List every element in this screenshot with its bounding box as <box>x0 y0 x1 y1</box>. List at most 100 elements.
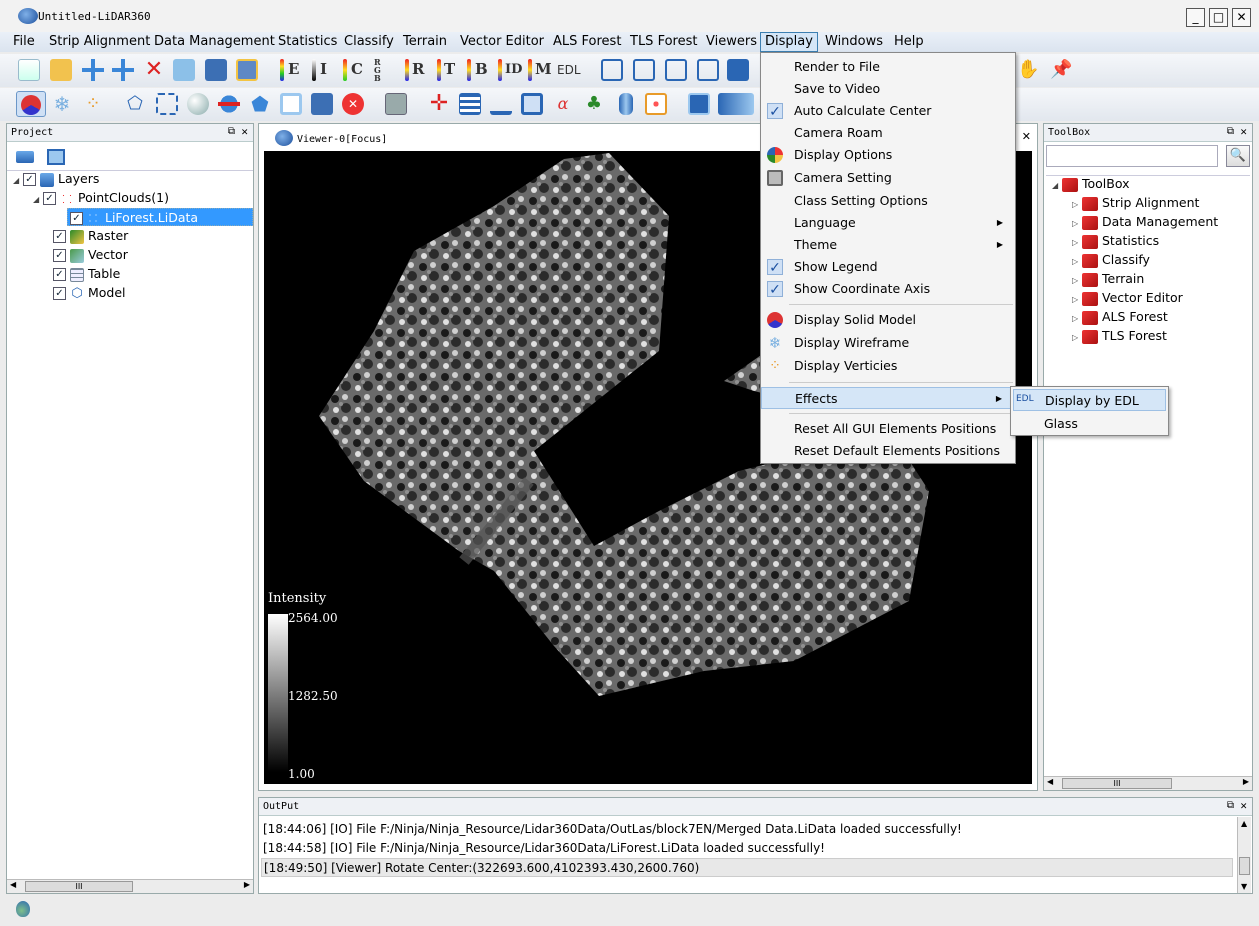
menu-item-reset-all-gui-elements[interactable]: Reset All GUI Elements Positions <box>761 418 1015 440</box>
toolbox-item-classify[interactable]: ▷ Classify <box>1072 251 1150 269</box>
menu-item-render-to-file[interactable]: Render to File <box>761 56 1015 78</box>
menu-item-class-setting-options[interactable]: Class Setting Options <box>761 190 1015 212</box>
save-icon[interactable] <box>205 59 227 81</box>
menu-item-show-legend[interactable]: ✓ Show Legend <box>761 256 1015 278</box>
color-by-rgb-icon[interactable]: RGB <box>374 58 384 82</box>
project-horizontal-scrollbar[interactable]: ◀ III ▶ <box>7 879 253 893</box>
scroll-left-icon[interactable]: ◀ <box>1047 777 1053 786</box>
tree-item-raster[interactable]: ✓ Raster <box>43 227 128 245</box>
menu-tls-forest[interactable]: TLS Forest <box>630 34 697 49</box>
menu-terrain[interactable]: Terrain <box>403 34 447 49</box>
color-by-mixed-icon[interactable]: M <box>535 60 552 78</box>
submenu-item-glass[interactable]: Glass <box>1013 413 1166 435</box>
menu-vector-editor[interactable]: Vector Editor <box>460 34 544 49</box>
layer-checkbox[interactable]: ✓ <box>23 173 36 186</box>
menu-data-management[interactable]: Data Management <box>154 34 275 49</box>
menu-item-camera-roam[interactable]: Camera Roam <box>761 122 1015 144</box>
menu-item-reset-default-elements[interactable]: Reset Default Elements Positions <box>761 440 1015 462</box>
viewer-close-icon[interactable]: ✕ <box>1022 130 1031 143</box>
toolbox-item-strip-alignment[interactable]: ▷ Strip Alignment <box>1072 194 1199 212</box>
toolbox-search-input[interactable] <box>1046 145 1218 167</box>
menu-help[interactable]: Help <box>894 34 924 49</box>
toolbox-item-vector-editor[interactable]: ▷ Vector Editor <box>1072 289 1183 307</box>
toolbox-item-data-management[interactable]: ▷ Data Management <box>1072 213 1218 231</box>
view-bottom-icon[interactable] <box>633 59 655 81</box>
menu-item-camera-setting[interactable]: Camera Setting <box>761 167 1015 189</box>
add-data-icon[interactable] <box>82 59 104 81</box>
color-by-tree-icon[interactable]: B <box>475 60 488 78</box>
wireframe-icon[interactable]: ❄ <box>51 93 73 115</box>
cylinder-icon[interactable] <box>619 93 633 115</box>
magnifier-icon[interactable]: 🔍 <box>1226 145 1250 167</box>
view-back-icon[interactable] <box>697 59 719 81</box>
menu-item-display-verticies[interactable]: ⁘ Display Verticies <box>761 355 1015 377</box>
measure-distance-icon[interactable] <box>490 93 512 115</box>
layers-stack-icon[interactable] <box>16 151 34 163</box>
submenu-item-display-by-edl[interactable]: EDL Display by EDL <box>1013 389 1166 411</box>
menu-als-forest[interactable]: ALS Forest <box>553 34 621 49</box>
layer-checkbox[interactable]: ✓ <box>53 230 66 243</box>
menu-item-save-to-video[interactable]: Save to Video <box>761 78 1015 100</box>
color-by-elevation-icon[interactable]: E <box>288 60 299 78</box>
color-by-time-icon[interactable]: T <box>444 60 455 78</box>
expand-arrow-icon[interactable]: ◢ <box>13 172 23 190</box>
undock-icon[interactable]: ⧉ <box>228 126 235 137</box>
panel-close-icon[interactable]: ✕ <box>1240 125 1247 138</box>
vertices-icon[interactable]: ⁘ <box>82 93 104 115</box>
tree-item-layers[interactable]: ◢ ✓ Layers <box>13 170 99 188</box>
menu-strip-alignment[interactable]: Strip Alignment <box>49 34 150 49</box>
open-folder-icon[interactable] <box>50 59 72 81</box>
batch-icon[interactable] <box>385 93 407 115</box>
menu-statistics[interactable]: Statistics <box>278 34 337 49</box>
measure-area-icon[interactable] <box>521 93 543 115</box>
menu-item-auto-calculate-center[interactable]: ✓ Auto Calculate Center <box>761 100 1015 122</box>
scroll-down-icon[interactable]: ▼ <box>1241 882 1247 891</box>
layer-checkbox[interactable]: ✓ <box>53 249 66 262</box>
tree-item-model[interactable]: ✓ ⬡ Model <box>43 284 126 302</box>
tree-measure-icon[interactable]: ♣ <box>583 93 605 115</box>
panel-close-icon[interactable]: ✕ <box>1240 799 1247 812</box>
windows-stack-icon[interactable] <box>47 149 65 165</box>
expand-arrow-icon[interactable]: ◢ <box>1052 177 1062 195</box>
menu-item-language[interactable]: Language ▶ <box>761 212 1015 234</box>
menu-viewers[interactable]: Viewers <box>706 34 757 49</box>
crosshair-icon[interactable]: ✛ <box>428 93 450 115</box>
measure-angle-icon[interactable]: α <box>552 93 574 115</box>
color-by-class-icon[interactable]: C <box>351 60 363 78</box>
scroll-thumb[interactable] <box>1239 857 1250 875</box>
menu-file[interactable]: File <box>13 34 35 49</box>
toolbox-item-statistics[interactable]: ▷ Statistics <box>1072 232 1159 250</box>
layer-checkbox[interactable]: ✓ <box>53 268 66 281</box>
scroll-right-icon[interactable]: ▶ <box>1243 777 1249 786</box>
remove-data-icon[interactable]: ✕ <box>143 59 165 81</box>
menu-display[interactable]: Display <box>760 32 818 52</box>
clip-inside-icon[interactable] <box>218 93 240 115</box>
close-window-button[interactable]: ✕ <box>1232 8 1251 27</box>
add-multiple-icon[interactable] <box>112 59 134 81</box>
save-selection-icon[interactable] <box>311 93 333 115</box>
cancel-selection-icon[interactable]: ✕ <box>342 93 364 115</box>
panel-close-icon[interactable]: ✕ <box>241 125 248 138</box>
undock-icon[interactable]: ⧉ <box>1227 126 1234 137</box>
minimize-button[interactable]: _ <box>1186 8 1205 27</box>
view-side-icon[interactable] <box>727 59 749 81</box>
layer-checkbox[interactable]: ✓ <box>43 192 56 205</box>
rectangle-select-icon[interactable] <box>156 93 178 115</box>
menu-item-display-options[interactable]: Display Options <box>761 144 1015 166</box>
layer-checkbox[interactable]: ✓ <box>53 287 66 300</box>
toolbox-root[interactable]: ◢ ToolBox <box>1052 175 1130 193</box>
tree-item-liforest[interactable]: ✓ LiForest.LiData <box>67 208 253 226</box>
menu-windows[interactable]: Windows <box>825 34 883 49</box>
scroll-up-icon[interactable]: ▲ <box>1241 819 1247 828</box>
menu-item-theme[interactable]: Theme ▶ <box>761 234 1015 256</box>
toolbox-horizontal-scrollbar[interactable]: ◀ III ▶ <box>1044 776 1252 790</box>
menu-classify[interactable]: Classify <box>344 34 394 49</box>
toolbox-item-terrain[interactable]: ▷ Terrain <box>1072 270 1144 288</box>
scroll-thumb[interactable]: III <box>25 881 133 892</box>
new-project-icon[interactable] <box>18 59 40 81</box>
expand-arrow-icon[interactable]: ◢ <box>33 191 43 209</box>
pan-hand-icon[interactable]: ✋ <box>1017 59 1039 81</box>
points-grid-icon[interactable] <box>645 93 667 115</box>
tree-item-pointclouds[interactable]: ◢ ✓ PointClouds(1) <box>33 189 169 207</box>
clip-region-icon[interactable] <box>280 93 302 115</box>
